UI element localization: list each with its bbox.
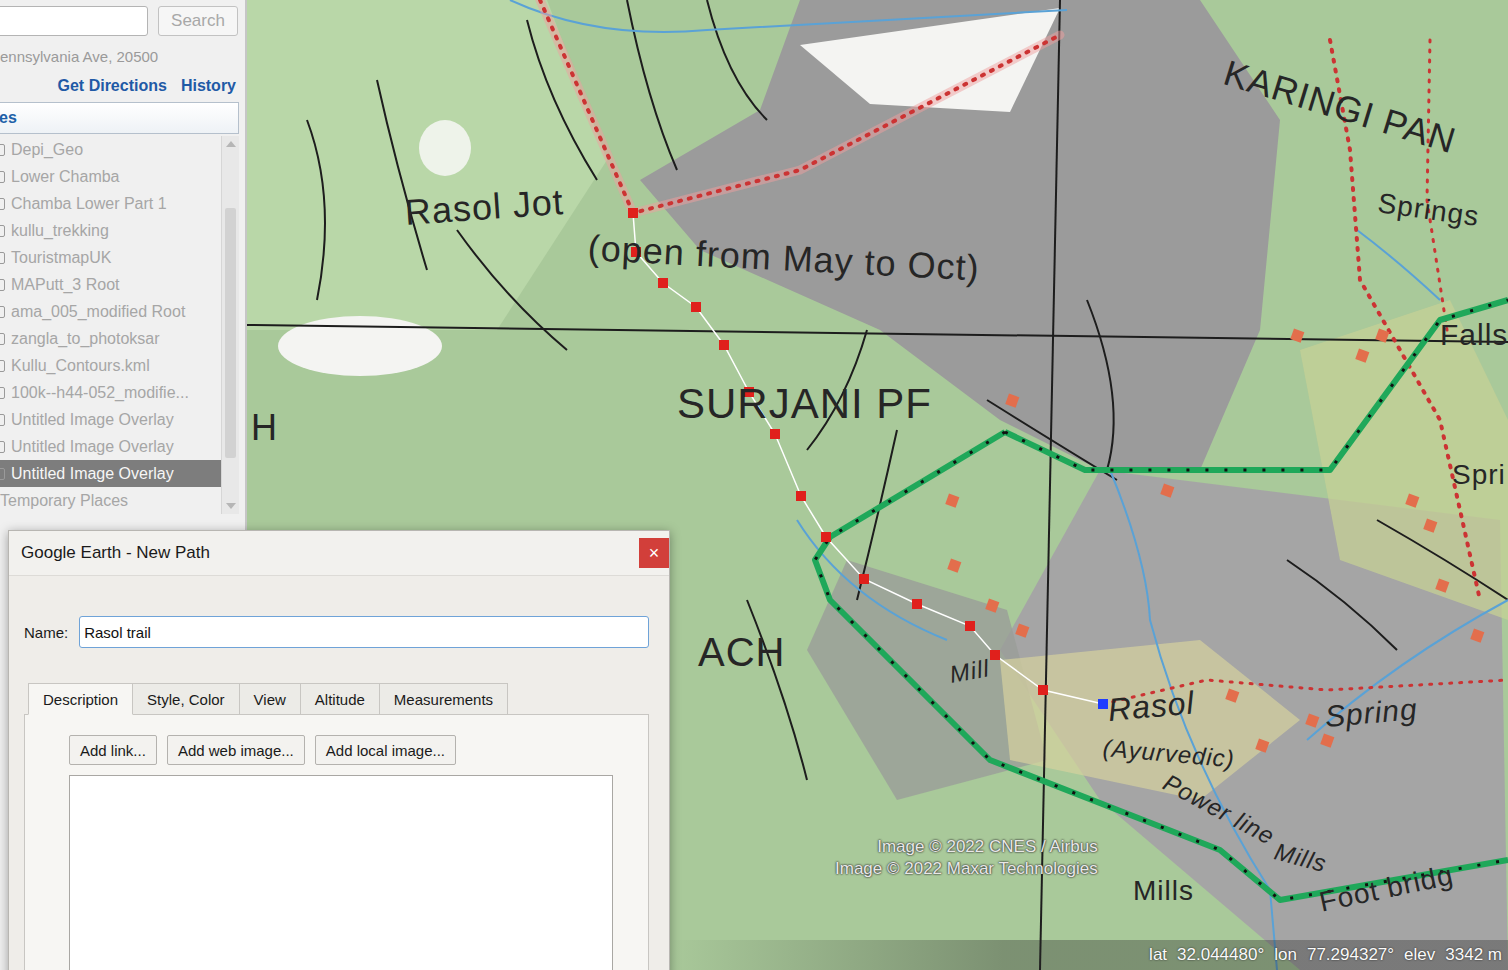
layer-icon: [0, 333, 5, 345]
add-button[interactable]: Add local image...: [315, 735, 456, 765]
places-list: Depi_GeoLower ChambaChamba Lower Part 1k…: [0, 136, 221, 514]
status-item: elev3342 m: [1404, 945, 1502, 965]
layer-icon: [0, 468, 5, 480]
map-label: SURJANI PF: [677, 381, 932, 427]
attribution: Image © 2022 CNES / AirbusImage © 2022 M…: [835, 837, 1098, 879]
tab[interactable]: Altitude: [300, 683, 380, 715]
places-item[interactable]: Kullu_Contours.kml: [0, 352, 221, 379]
search-row: Search: [0, 6, 245, 36]
link[interactable]: Get Directions: [58, 77, 167, 95]
map-label: H: [251, 408, 278, 448]
layer-icon: [0, 414, 5, 426]
link[interactable]: History: [181, 77, 236, 95]
places-item[interactable]: MAPutt_3 Root: [0, 271, 221, 298]
places-item[interactable]: kullu_trekking: [0, 217, 221, 244]
tab[interactable]: Style, Color: [132, 683, 240, 715]
name-input[interactable]: [79, 616, 649, 648]
search-button[interactable]: Search: [158, 6, 238, 36]
button-row: Add link... Add web image... Add local ima…: [69, 735, 608, 765]
scroll-down-icon[interactable]: [226, 503, 236, 509]
status-bar: lat32.044480° lon77.294327° elev3342 m: [667, 940, 1508, 970]
map-label: Mills: [1133, 876, 1194, 907]
dialog-title-bar[interactable]: Google Earth - New Path ×: [9, 531, 669, 576]
places-header[interactable]: es: [0, 102, 239, 134]
scrollbar[interactable]: [221, 136, 239, 514]
places-item[interactable]: Untitled Image Overlay: [0, 433, 221, 460]
places-item[interactable]: 100k--h44-052_modifie...: [0, 379, 221, 406]
close-button[interactable]: ×: [639, 538, 669, 568]
tab-panel: Add link... Add web image... Add local ima…: [24, 714, 649, 970]
search-address: ennsylvania Ave, 20500: [0, 48, 245, 65]
layer-icon: [0, 198, 5, 210]
google-earth-window: Search ennsylvania Ave, 20500 Get Directio…: [0, 0, 1508, 970]
layer-icon: [0, 441, 5, 453]
search-input[interactable]: [0, 6, 148, 36]
status-item: lat32.044480°: [1149, 945, 1264, 965]
name-row: Name:: [24, 616, 649, 648]
layer-icon: [0, 252, 5, 264]
places-item[interactable]: Untitled Image Overlay: [0, 406, 221, 433]
name-label: Name:: [24, 624, 68, 641]
layer-icon: [0, 144, 5, 156]
map-label: Falls: [1440, 318, 1508, 351]
scroll-up-icon[interactable]: [226, 141, 236, 147]
map-label: ACH: [698, 630, 785, 674]
tab[interactable]: Measurements: [379, 683, 508, 715]
places-item[interactable]: Lower Chamba: [0, 163, 221, 190]
places-item[interactable]: ama_005_modified Root: [0, 298, 221, 325]
temporary-places[interactable]: Temporary Places: [0, 487, 221, 514]
places-item[interactable]: zangla_to_photoksar: [0, 325, 221, 352]
add-button[interactable]: Add link...: [69, 735, 157, 765]
layer-icon: [0, 225, 5, 237]
new-path-dialog: Google Earth - New Path × Name: Description…: [8, 530, 670, 970]
dialog-body: Name: DescriptionStyle, ColorViewAltitude…: [9, 576, 669, 970]
layer-icon: [0, 279, 5, 291]
search-links: Get Directions History: [0, 77, 245, 95]
map-label: Spri: [1452, 460, 1506, 491]
attribution-line: Image © 2022 CNES / Airbus: [877, 837, 1097, 857]
layer-icon: [0, 171, 5, 183]
places-item[interactable]: Chamba Lower Part 1: [0, 190, 221, 217]
places-item[interactable]: TouristmapUK: [0, 244, 221, 271]
layer-icon: [0, 306, 5, 318]
attribution-line: Image © 2022 Maxar Technologies: [835, 859, 1098, 879]
layer-icon: [0, 360, 5, 372]
tab[interactable]: Description: [28, 683, 133, 715]
scroll-thumb[interactable]: [225, 208, 236, 458]
layer-icon: [0, 387, 5, 399]
tab[interactable]: View: [239, 683, 301, 715]
description-input[interactable]: [69, 775, 613, 970]
add-button[interactable]: Add web image...: [167, 735, 305, 765]
places-panel: Depi_GeoLower ChambaChamba Lower Part 1k…: [0, 136, 239, 514]
dialog-title: Google Earth - New Path: [21, 543, 210, 563]
status-item: lon77.294327°: [1274, 945, 1394, 965]
map-label: Rasol: [1106, 686, 1196, 729]
tab-bar: DescriptionStyle, ColorViewAltitudeMeasu…: [24, 683, 649, 715]
places-item[interactable]: Depi_Geo: [0, 136, 221, 163]
places-item[interactable]: Untitled Image Overlay: [0, 460, 221, 487]
